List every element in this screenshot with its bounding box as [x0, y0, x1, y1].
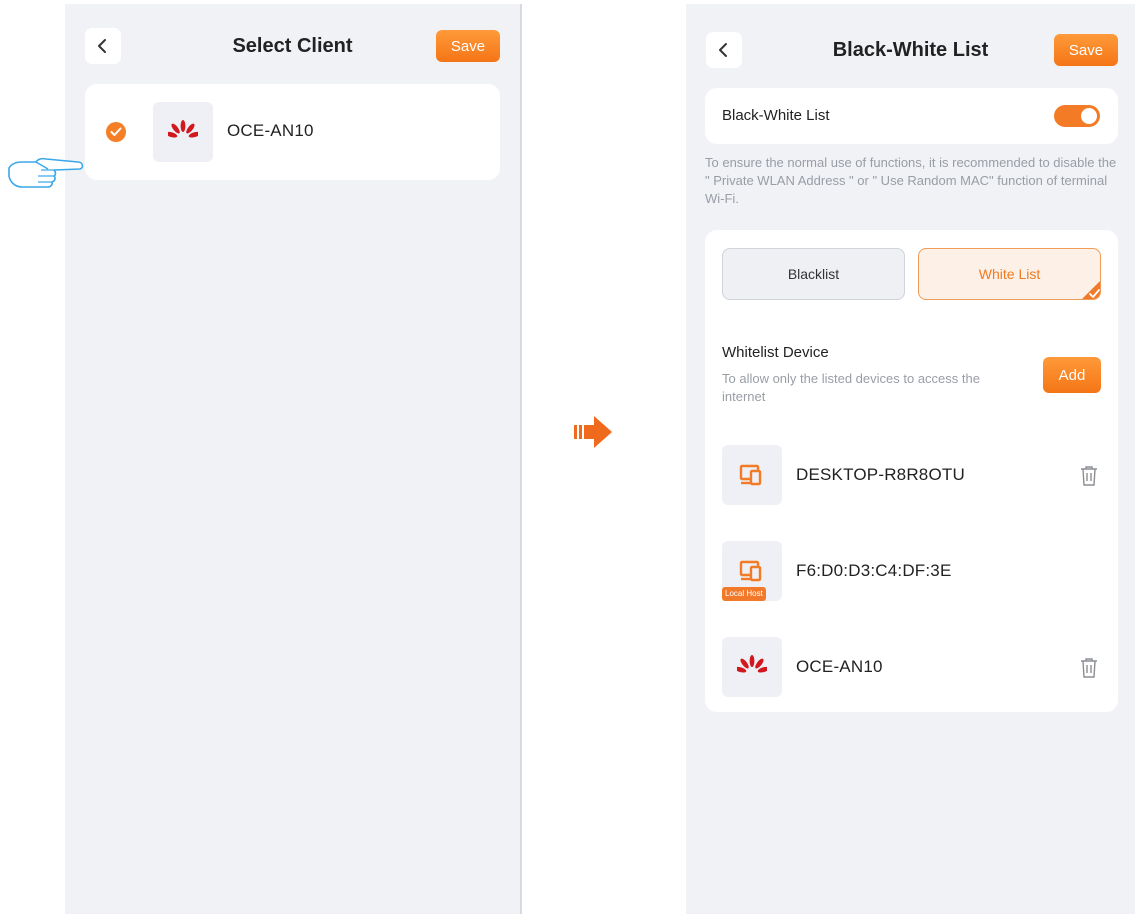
list-item: DESKTOP-R8R8OTU: [705, 440, 1118, 512]
whitelist-card: Blacklist White List Whitelist Device To…: [705, 230, 1118, 712]
black-white-toggle-row: Black-White List: [705, 88, 1118, 144]
toggle-label: Black-White List: [722, 107, 830, 124]
whitelist-title: Whitelist Device: [722, 344, 829, 361]
list-item: OCE-AN10: [705, 632, 1118, 704]
tab-whitelist-label: White List: [978, 266, 1041, 282]
right-arrow-icon: [574, 416, 612, 448]
huawei-logo-icon: [722, 637, 782, 697]
huawei-logo-icon: [153, 102, 213, 162]
tab-blacklist[interactable]: Blacklist: [722, 248, 905, 300]
computer-icon: Local Host: [722, 541, 782, 601]
device-name: DESKTOP-R8R8OTU: [796, 465, 965, 484]
selected-corner-check-icon: [1082, 281, 1100, 299]
client-row[interactable]: OCE-AN10: [85, 84, 500, 180]
random-mac-hint: To ensure the normal use of functions, i…: [705, 155, 1117, 206]
device-name: OCE-AN10: [796, 657, 883, 676]
select-client-header: Select Client Save: [65, 26, 520, 70]
black-white-header: Black-White List Save: [686, 30, 1135, 74]
local-host-badge: Local Host: [722, 587, 766, 601]
toggle-knob: [1081, 108, 1097, 124]
list-item: Local Host F6:D0:D3:C4:DF:3E: [705, 536, 1118, 608]
select-client-screen: Select Client Save OCE-AN10: [65, 4, 522, 914]
computer-icon: [722, 445, 782, 505]
black-white-toggle[interactable]: [1054, 105, 1100, 127]
trash-icon[interactable]: [1079, 657, 1099, 679]
save-button[interactable]: Save: [1054, 34, 1118, 66]
hand-pointer-icon: [8, 157, 84, 188]
black-white-list-screen: Black-White List Save Black-White List T…: [686, 4, 1135, 914]
trash-icon[interactable]: [1079, 465, 1099, 487]
device-name: F6:D0:D3:C4:DF:3E: [796, 561, 952, 580]
save-button[interactable]: Save: [436, 30, 500, 62]
whitelist-desc: To allow only the listed devices to acce…: [722, 371, 980, 404]
checkbox-checked-icon[interactable]: [106, 122, 126, 142]
add-button[interactable]: Add: [1043, 357, 1101, 393]
client-name: OCE-AN10: [227, 121, 314, 140]
tab-whitelist[interactable]: White List: [918, 248, 1101, 300]
